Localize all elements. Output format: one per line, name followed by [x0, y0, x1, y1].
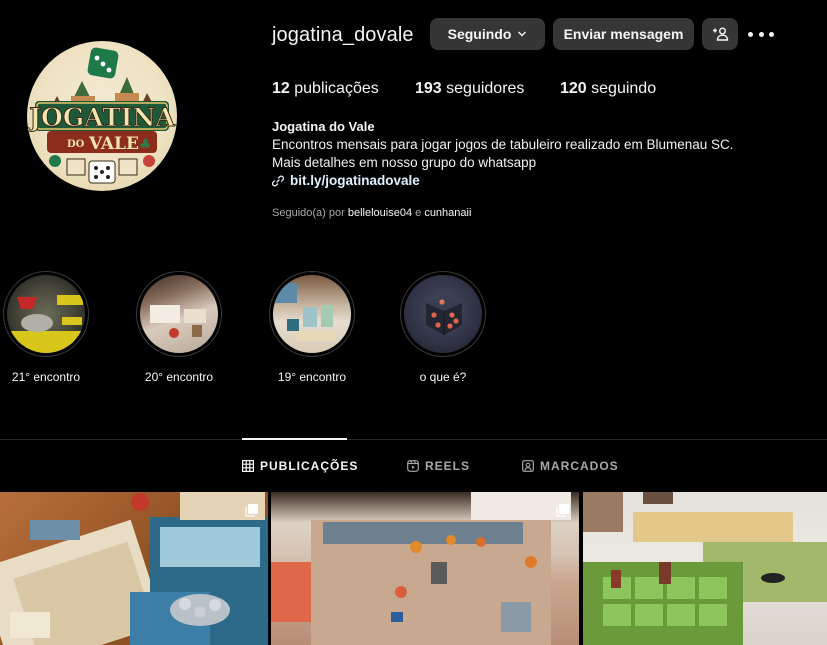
multi-photo-icon — [245, 504, 258, 517]
profile-username: jogatina_dovale — [272, 24, 414, 46]
bio-link-text: bit.ly/jogatinadovale — [290, 173, 420, 188]
tab-posts[interactable]: PUBLICAÇÕES — [242, 459, 358, 473]
tabs-divider — [0, 439, 827, 440]
post-image — [0, 492, 268, 645]
more-options-icon[interactable] — [748, 26, 774, 42]
following-button-label: Seguindo — [447, 26, 512, 42]
highlight-item[interactable]: 21° encontro — [3, 271, 89, 384]
send-message-label: Enviar mensagem — [563, 26, 684, 42]
tab-tagged[interactable]: MARCADOS — [522, 459, 619, 473]
active-tab-indicator — [242, 438, 347, 440]
tab-reels[interactable]: REELS — [407, 459, 470, 473]
highlight-cover — [273, 275, 351, 353]
highlight-ring — [3, 271, 89, 357]
link-icon — [272, 175, 284, 186]
highlight-cover — [404, 275, 482, 353]
highlight-label: 20° encontro — [144, 370, 214, 384]
highlight-ring — [400, 271, 486, 357]
grid-icon — [242, 460, 254, 472]
posts-count: 12 publicações — [272, 80, 379, 97]
svg-text:JOGATINA: JOGATINA — [27, 103, 175, 132]
post-thumbnail[interactable] — [0, 492, 268, 645]
add-user-button[interactable] — [702, 18, 738, 50]
highlight-item[interactable]: 20° encontro — [136, 271, 222, 384]
highlight-cover — [140, 275, 218, 353]
tab-label: REELS — [425, 459, 471, 473]
post-image — [271, 492, 571, 645]
post-thumbnail[interactable] — [271, 492, 579, 645]
tagged-icon — [522, 460, 534, 472]
bio-name: Jogatina do Vale — [272, 119, 375, 134]
tab-label: MARCADOS — [540, 459, 619, 473]
followed-by-text[interactable]: Seguido(a) por bellelouise04 e cunhanaii — [272, 207, 471, 219]
highlight-label: 19° encontro — [277, 370, 347, 384]
highlight-ring — [269, 271, 355, 357]
bio-link[interactable]: bit.ly/jogatinadovale — [272, 173, 420, 188]
jogatina-logo: JOGATINA DO VALE ♣ — [27, 47, 176, 184]
svg-text:VALE: VALE — [88, 134, 139, 154]
highlight-item[interactable]: 19° encontro — [269, 271, 355, 384]
send-message-button[interactable]: Enviar mensagem — [553, 18, 694, 50]
svg-text:♣: ♣ — [139, 137, 152, 153]
profile-avatar[interactable]: JOGATINA DO VALE ♣ — [27, 41, 177, 191]
svg-text:DO: DO — [67, 139, 85, 150]
reels-icon — [407, 460, 419, 472]
post-thumbnail[interactable] — [583, 492, 827, 645]
highlight-label: o que é? — [419, 370, 467, 384]
bio-text-line: Encontros mensais para jogar jogos de ta… — [272, 137, 734, 152]
following-button[interactable]: Seguindo — [430, 18, 545, 50]
tab-label: PUBLICAÇÕES — [260, 459, 359, 473]
post-image — [583, 492, 827, 645]
highlight-item[interactable]: o que é? — [400, 271, 486, 384]
bio-text-line: Mais detalhes em nosso grupo do whatsapp — [272, 155, 537, 170]
dice-icon — [426, 295, 462, 335]
highlight-ring — [136, 271, 222, 357]
followers-link[interactable]: 193 seguidores — [415, 80, 524, 98]
following-link[interactable]: 120 seguindo — [560, 80, 656, 98]
chevron-down-icon — [518, 31, 527, 37]
highlight-cover — [7, 275, 85, 353]
highlight-label: 21° encontro — [11, 370, 81, 384]
person-add-icon — [713, 27, 729, 41]
multi-photo-icon — [556, 504, 569, 517]
